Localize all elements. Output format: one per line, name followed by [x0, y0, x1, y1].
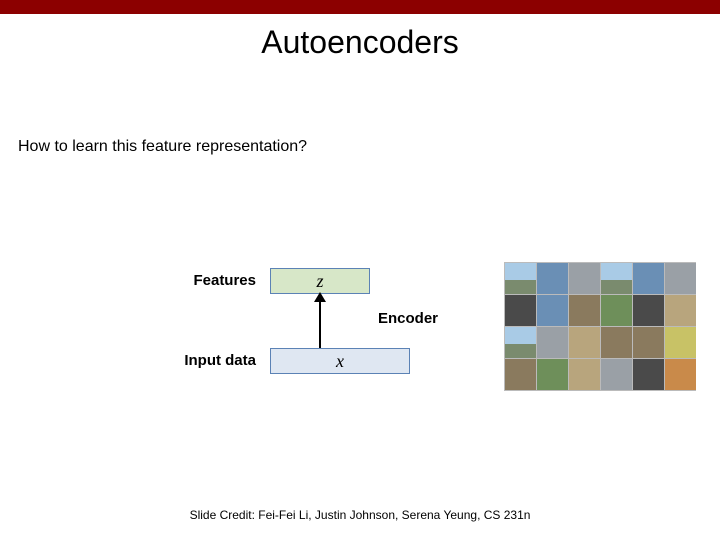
- grid-cell: [665, 263, 696, 294]
- grid-cell: [505, 359, 536, 390]
- encoder-diagram: Features z Encoder Input data x: [140, 270, 440, 390]
- grid-cell: [665, 295, 696, 326]
- header-bar: [0, 0, 720, 14]
- grid-cell: [633, 295, 664, 326]
- grid-cell: [569, 359, 600, 390]
- grid-cell: [537, 263, 568, 294]
- question-text: How to learn this feature representation…: [18, 138, 307, 156]
- encoder-label: Encoder: [378, 310, 438, 327]
- grid-cell: [505, 327, 536, 358]
- features-label: Features: [148, 272, 256, 289]
- grid-cell: [537, 295, 568, 326]
- grid-cell: [633, 263, 664, 294]
- x-box: x: [270, 348, 410, 374]
- grid-cell: [601, 359, 632, 390]
- sample-image-grid: [504, 262, 696, 391]
- slide-title: Autoencoders: [0, 24, 720, 61]
- input-label: Input data: [148, 352, 256, 369]
- slide-credit: Slide Credit: Fei-Fei Li, Justin Johnson…: [0, 508, 720, 522]
- grid-cell: [505, 263, 536, 294]
- grid-cell: [601, 263, 632, 294]
- grid-cell: [601, 295, 632, 326]
- grid-cell: [633, 327, 664, 358]
- grid-cell: [665, 327, 696, 358]
- arrow-up-icon: [319, 294, 321, 348]
- grid-cell: [505, 295, 536, 326]
- z-box: z: [270, 268, 370, 294]
- grid-cell: [633, 359, 664, 390]
- grid-cell: [569, 327, 600, 358]
- grid-cell: [569, 295, 600, 326]
- grid-cell: [665, 359, 696, 390]
- grid-cell: [537, 359, 568, 390]
- grid-cell: [601, 327, 632, 358]
- grid-cell: [537, 327, 568, 358]
- grid-cell: [569, 263, 600, 294]
- slide: Autoencoders How to learn this feature r…: [0, 0, 720, 540]
